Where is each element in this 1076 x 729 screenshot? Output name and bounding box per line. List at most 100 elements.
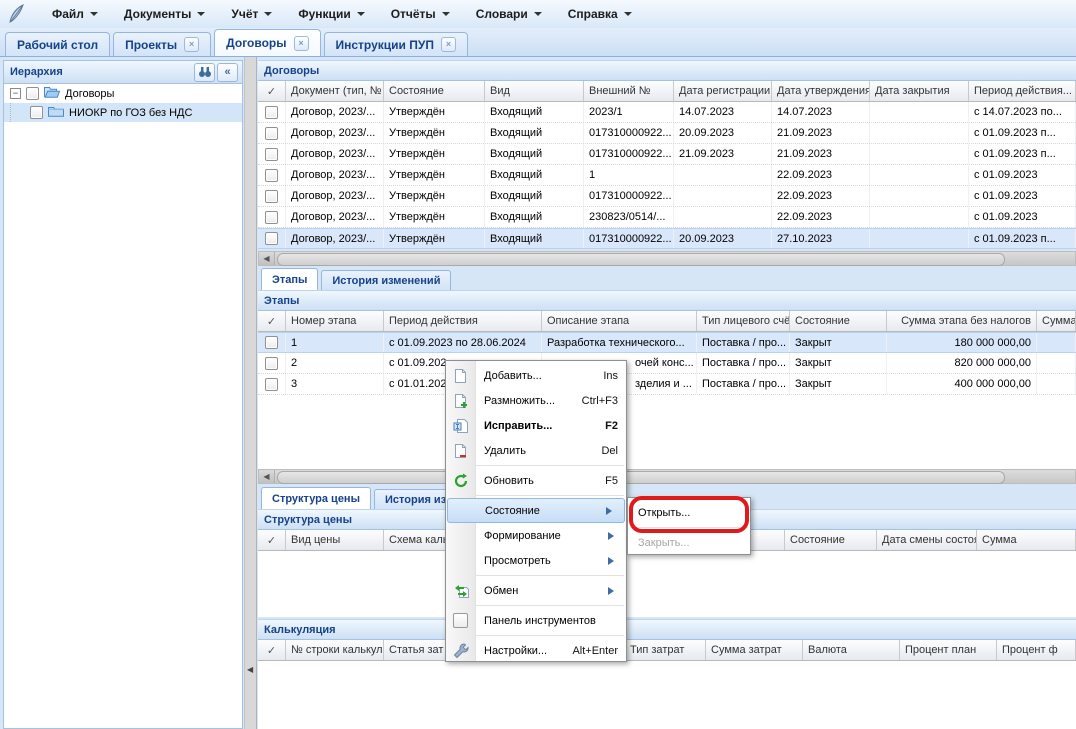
column-header[interactable]: Вид [485,81,584,101]
tab-change-history[interactable]: История изменений [321,270,451,290]
column-header[interactable]: Внешний № [584,81,674,101]
menu-item-add[interactable]: Добавить... Ins [446,363,626,388]
column-header[interactable]: Номер этапа [286,311,384,331]
column-header[interactable]: Дата регистрации. [674,81,772,101]
panel-title: Иерархия [10,66,63,78]
column-header[interactable]: Документ (тип, № [286,81,384,101]
splitter-arrow-icon[interactable]: ◀ [247,665,253,674]
column-header[interactable]: Процент план [900,640,997,660]
column-header[interactable]: ✓ [258,81,286,101]
column-header[interactable]: Период действия... [969,81,1076,101]
submenu-arrow-icon [608,587,618,595]
column-header[interactable]: ✓ [258,640,286,660]
table-row[interactable]: Договор, 2023/...УтверждёнВходящий017310… [258,186,1076,207]
column-header[interactable]: Сумма затрат [706,640,803,660]
row-checkbox[interactable] [265,357,278,370]
row-checkbox[interactable] [265,211,278,224]
menu-item-settings[interactable]: Настройки... Alt+Enter [446,638,626,663]
column-header[interactable]: Вид цены [286,530,384,550]
column-header[interactable]: Сумма этапа без налогов [887,311,1037,331]
tab-pup-instructions[interactable]: Инструкции ПУП× [324,32,468,56]
column-header[interactable]: Дата закрытия [870,81,969,101]
horizontal-scrollbar[interactable]: ◀ [258,251,1076,266]
collapse-expander-icon[interactable]: − [10,88,21,99]
menu-item-toolbar[interactable]: Панель инструментов [446,608,626,633]
tree-item-contracts[interactable]: − Договоры [4,84,242,103]
tab-price-structure[interactable]: Структура цены [261,487,371,509]
row-checkbox[interactable] [265,190,278,203]
column-header[interactable]: Состояние [790,311,887,331]
column-header[interactable]: Валюта [803,640,900,660]
column-header[interactable]: Состояние [785,530,877,550]
row-checkbox[interactable] [265,378,278,391]
column-header[interactable]: Состояние [384,81,485,101]
menubar-item-functions[interactable]: Функции [290,4,372,24]
table-row[interactable]: 1с 01.09.2023 по 28.06.2024Разработка те… [258,332,1076,353]
column-header[interactable]: Описание этапа [542,311,697,331]
table-cell: Утверждён [384,207,485,227]
table-cell [1037,333,1076,352]
open-folder-icon [44,86,60,101]
table-row[interactable]: Договор, 2023/...УтверждёнВходящий017310… [258,144,1076,165]
row-checkbox-cell [258,144,286,164]
tab-desktop[interactable]: Рабочий стол [5,32,110,56]
row-checkbox[interactable] [265,169,278,182]
menu-item-delete[interactable]: Удалить Del [446,438,626,463]
column-header[interactable]: Дата утверждения [772,81,870,101]
table-cell: с 01.09.2023 п... [969,229,1076,248]
splitter[interactable]: ◀ [244,57,257,729]
column-header[interactable]: ✓ [258,311,286,331]
close-icon[interactable]: × [441,37,456,52]
table-cell: Входящий [485,144,584,164]
search-binoculars-button[interactable] [194,63,215,82]
close-icon[interactable]: × [294,36,309,51]
tree-item-niokr[interactable]: НИОКР по ГОЗ без НДС [4,103,242,122]
row-checkbox[interactable] [265,106,278,119]
menubar-item-help[interactable]: Справка [560,4,640,24]
row-checkbox[interactable] [265,148,278,161]
table-row[interactable]: Договор, 2023/...УтверждёнВходящий230823… [258,207,1076,228]
scrollbar-thumb[interactable] [277,471,1005,484]
table-row[interactable]: Договор, 2023/...УтверждёнВходящий017310… [258,123,1076,144]
row-checkbox[interactable] [265,336,278,349]
menubar-item-file[interactable]: Файл [44,4,106,24]
column-header[interactable]: № строки калькул [286,640,384,660]
menu-item-edit[interactable]: Исправить... F2 [446,413,626,438]
collapse-panel-button[interactable]: « [217,63,238,82]
table-row[interactable]: 2с 01.09.202очей конс...Поставка / про..… [258,353,1076,374]
tree-checkbox[interactable] [30,106,43,119]
menu-item-refresh[interactable]: Обновить F5 [446,468,626,493]
row-checkbox[interactable] [265,232,278,245]
row-checkbox[interactable] [265,127,278,140]
column-header[interactable]: Процент ф [997,640,1076,660]
column-header[interactable]: Сумма [977,530,1076,550]
column-header[interactable]: Сумма [1037,311,1076,331]
menubar-item-accounting[interactable]: Учёт [223,4,280,24]
menu-item-exchange[interactable]: Обмен [446,578,626,603]
submenu-item-open[interactable]: Открыть... [628,500,750,525]
tree-checkbox[interactable] [26,87,39,100]
table-row[interactable]: Договор, 2023/...УтверждёнВходящий122.09… [258,165,1076,186]
menu-item-state[interactable]: Состояние [447,498,625,523]
menubar-item-reports[interactable]: Отчёты [383,4,458,24]
tab-stages[interactable]: Этапы [261,268,318,290]
menu-item-formation[interactable]: Формирование [446,523,626,548]
menubar-item-dictionaries[interactable]: Словари [468,4,550,24]
column-header[interactable]: Дата смены состоя [877,530,977,550]
menubar-item-documents[interactable]: Документы [116,4,213,24]
menu-item-view[interactable]: Просмотреть [446,548,626,573]
close-icon[interactable]: × [184,37,199,52]
column-header[interactable]: Период действия [384,311,542,331]
column-header[interactable]: ✓ [258,530,286,550]
table-row[interactable]: 3с 01.01.202зделия и ...Поставка / про..… [258,374,1076,395]
menu-item-duplicate[interactable]: Размножить... Ctrl+F3 [446,388,626,413]
scrollbar-thumb[interactable] [277,253,1005,266]
tab-projects[interactable]: Проекты× [113,32,211,56]
table-row[interactable]: Договор, 2023/...УтверждёнВходящий2023/1… [258,102,1076,123]
table-row[interactable]: Договор, 2023/...УтверждёнВходящий017310… [258,228,1076,249]
column-header[interactable]: Тип лицевого счёт [697,311,790,331]
horizontal-scrollbar[interactable]: ◀ [258,469,1076,484]
scroll-left-arrow[interactable]: ◀ [259,470,275,483]
scroll-left-arrow[interactable]: ◀ [259,252,275,265]
tab-contracts[interactable]: Договоры× [214,29,320,56]
